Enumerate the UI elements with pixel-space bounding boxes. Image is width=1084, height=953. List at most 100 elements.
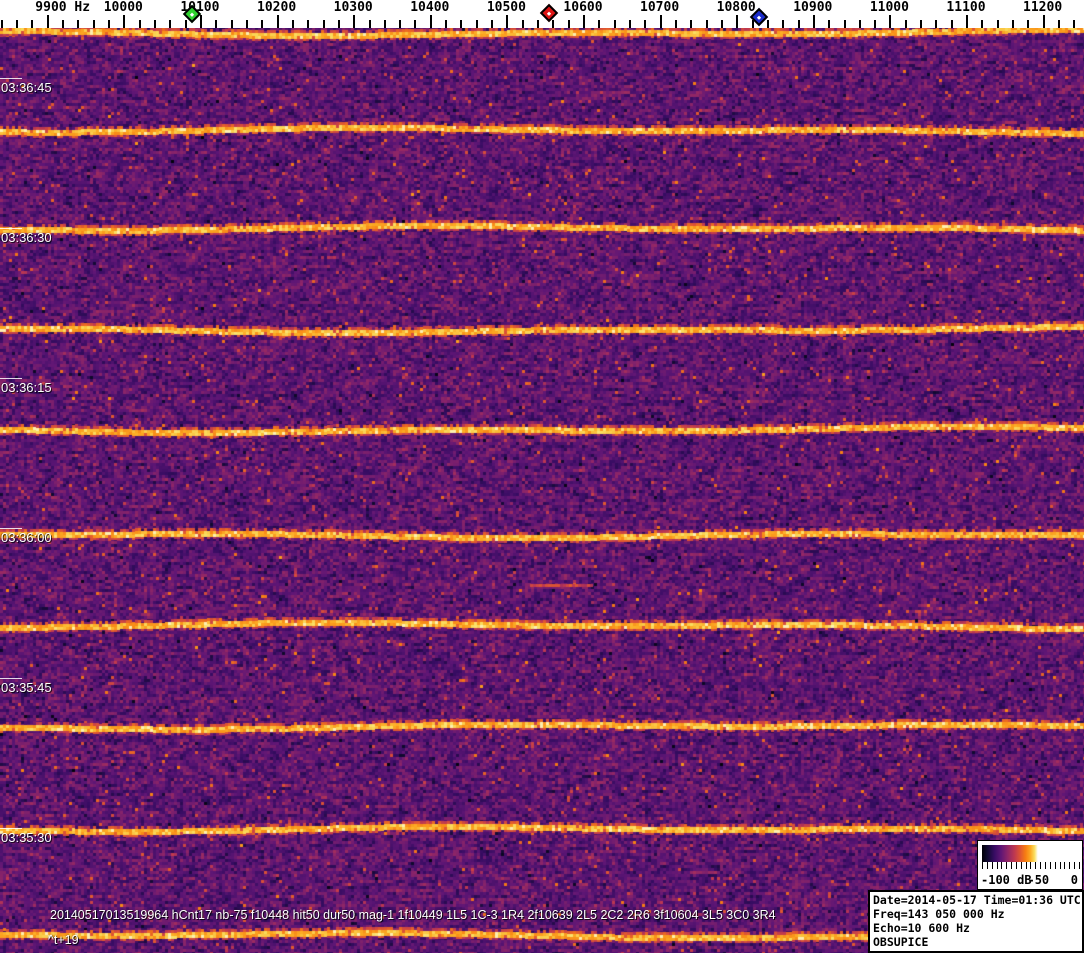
- axis-tick: [506, 15, 508, 28]
- axis-tick: [414, 20, 416, 28]
- axis-tick: [307, 20, 309, 28]
- axis-tick: [598, 20, 600, 28]
- axis-tick: [169, 20, 171, 28]
- axis-tick: [568, 20, 570, 28]
- axis-label: 10800: [717, 0, 756, 15]
- axis-tick: [460, 20, 462, 28]
- axis-tick: [353, 15, 355, 28]
- axis-label: 10600: [563, 0, 602, 15]
- colorbar-gradient: [982, 845, 1080, 862]
- time-label-text: 03:36:30: [1, 230, 52, 245]
- axis-tick: [813, 15, 815, 28]
- axis-tick: [277, 15, 279, 28]
- axis-tick: [706, 20, 708, 28]
- marker-center-dot: [190, 12, 194, 16]
- axis-tick: [1058, 20, 1060, 28]
- axis-label: 10700: [640, 0, 679, 15]
- axis-label: 10900: [793, 0, 832, 15]
- axis-tick: [736, 15, 738, 28]
- marker-center-dot: [546, 11, 550, 15]
- axis-tick: [1012, 20, 1014, 28]
- axis-tick: [935, 20, 937, 28]
- axis-tick: [951, 20, 953, 28]
- axis-tick: [675, 20, 677, 28]
- time-label-text: 03:36:00: [1, 530, 52, 545]
- axis-tick: [62, 20, 64, 28]
- colorbar-legend: -100 dB -50 0: [977, 840, 1083, 890]
- spectrogram-canvas[interactable]: [0, 28, 1084, 953]
- marker-red-diamond-icon[interactable]: [539, 4, 557, 22]
- axis-tick: [905, 20, 907, 28]
- colorbar-labels: -100 dB -50 0: [978, 873, 1082, 888]
- axis-tick: [261, 20, 263, 28]
- axis-tick: [123, 15, 125, 28]
- axis-tick: [721, 20, 723, 28]
- axis-tick: [47, 15, 49, 28]
- axis-tick: [1043, 15, 1045, 28]
- axis-tick: [552, 20, 554, 28]
- axis-tick: [859, 20, 861, 28]
- axis-tick: [997, 20, 999, 28]
- axis-tick: [828, 20, 830, 28]
- info-box: Date=2014-05-17 Time=01:36 UTCFreq=143 0…: [868, 890, 1084, 953]
- axis-label: 10500: [487, 0, 526, 15]
- time-label-text: 03:35:45: [1, 680, 52, 695]
- axis-tick: [215, 20, 217, 28]
- time-tick-line: [0, 228, 22, 229]
- time-tick-line: [0, 78, 22, 79]
- axis-tick: [966, 15, 968, 28]
- axis-tick: [246, 20, 248, 28]
- axis-tick: [292, 20, 294, 28]
- axis-label: 11000: [870, 0, 909, 15]
- axis-tick: [614, 20, 616, 28]
- axis-tick: [690, 20, 692, 28]
- axis-tick: [491, 20, 493, 28]
- axis-tick: [981, 20, 983, 28]
- axis-tick: [660, 15, 662, 28]
- axis-label: 11200: [1023, 0, 1062, 15]
- info-line: OBSUPICE: [873, 935, 1079, 949]
- axis-tick: [399, 20, 401, 28]
- cursor-annotation: ^t+19: [48, 933, 79, 947]
- detection-annotation: 20140517013519964 hCnt17 nb-75 f10448 hi…: [50, 908, 776, 922]
- axis-tick: [16, 20, 18, 28]
- spectrogram-app: 9900 Hz100001010010200103001040010500106…: [0, 0, 1084, 953]
- axis-tick: [323, 20, 325, 28]
- time-tick-line: [0, 678, 22, 679]
- time-label-text: 03:36:45: [1, 80, 52, 95]
- axis-tick: [644, 20, 646, 28]
- axis-tick: [31, 20, 33, 28]
- info-line: Date=2014-05-17 Time=01:36 UTC: [873, 893, 1079, 907]
- axis-tick: [231, 20, 233, 28]
- time-tick-line: [0, 378, 22, 379]
- axis-label: 10200: [257, 0, 296, 15]
- axis-tick: [185, 20, 187, 28]
- axis-tick: [537, 20, 539, 28]
- time-tick-line: [0, 528, 22, 529]
- marker-center-dot: [757, 15, 761, 19]
- axis-tick: [200, 15, 202, 28]
- axis-tick: [782, 20, 784, 28]
- time-tick-line: [0, 828, 22, 829]
- axis-label: 10400: [410, 0, 449, 15]
- axis-tick: [93, 20, 95, 28]
- colorbar-label-mid: -50: [1027, 873, 1049, 887]
- frequency-axis-ruler: 9900 Hz100001010010200103001040010500106…: [0, 0, 1084, 28]
- axis-tick: [430, 15, 432, 28]
- axis-tick: [1027, 20, 1029, 28]
- colorbar-label-min: -100 dB: [981, 873, 1032, 887]
- axis-tick: [139, 20, 141, 28]
- axis-label: 10000: [104, 0, 143, 15]
- axis-tick: [1, 20, 3, 28]
- time-label-text: 03:35:30: [1, 830, 52, 845]
- axis-tick: [629, 20, 631, 28]
- axis-label: 10300: [334, 0, 373, 15]
- axis-tick: [476, 20, 478, 28]
- time-label-text: 03:36:15: [1, 380, 52, 395]
- info-line: Echo=10 600 Hz: [873, 921, 1079, 935]
- axis-tick: [1073, 20, 1075, 28]
- axis-tick: [338, 20, 340, 28]
- axis-tick: [445, 20, 447, 28]
- axis-tick: [522, 20, 524, 28]
- info-line: Freq=143 050 000 Hz: [873, 907, 1079, 921]
